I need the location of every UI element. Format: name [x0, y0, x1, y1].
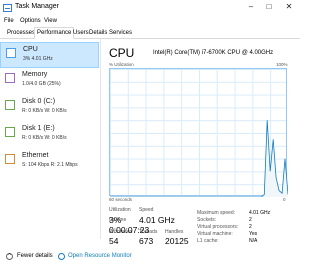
resource-ethernet[interactable]: Ethernet S: 104 Kbps R: 2.1 Mbps: [0, 149, 99, 175]
resource-list: CPU 3% 4.01 GHz Memory 1.0/4.0 GB (25%) …: [0, 39, 101, 239]
memory-thumbnail-icon: [5, 73, 15, 83]
cpu-utilization-graph: [109, 68, 288, 197]
virtual-machine-label: Virtual machine:: [197, 231, 233, 237]
graph-min-label: 0: [283, 197, 286, 202]
resource-disk1-title: Disk 1 (E:): [22, 125, 55, 132]
max-speed-value: 4.01 GHz: [249, 210, 271, 216]
resource-ethernet-subtitle: S: 104 Kbps R: 2.1 Mbps: [22, 162, 78, 168]
panel-title: CPU: [109, 46, 135, 60]
cpu-utilization-svg: [110, 120, 288, 197]
task-manager-icon: [3, 4, 12, 12]
resource-disk1[interactable]: Disk 1 (E:) R: 0 KB/s W: 0 KB/s: [0, 122, 99, 148]
resource-memory-subtitle: 1.0/4.0 GB (25%): [22, 81, 61, 87]
virtual-machine-value: Yes: [249, 231, 258, 237]
utilization-area: [110, 120, 288, 197]
menu-options[interactable]: Options: [20, 18, 41, 24]
resource-memory[interactable]: Memory 1.0/4.0 GB (25%): [0, 68, 99, 94]
menu-bar: File Options View: [0, 16, 300, 26]
graph-utilization-label: % Utilization: [109, 62, 134, 67]
tab-strip: Processes Performance Users Details Serv…: [0, 27, 300, 39]
resource-disk0[interactable]: Disk 0 (C:) R: 0 KB/s W: 0 KB/s: [0, 95, 99, 121]
resource-disk1-subtitle: R: 0 KB/s W: 0 KB/s: [22, 135, 67, 141]
title-bar: Task Manager – □ ✕: [0, 0, 300, 16]
resource-cpu-title: CPU: [23, 46, 38, 53]
resource-disk0-title: Disk 0 (C:): [22, 98, 56, 105]
window-title: Task Manager: [15, 3, 59, 10]
cpu-thumbnail-icon: [6, 48, 16, 58]
uptime-value: 0:00:07:23: [109, 225, 150, 235]
disk1-thumbnail-icon: [5, 127, 15, 137]
tab-performance[interactable]: Performance: [34, 27, 75, 39]
virtual-processors-label: Virtual processors:: [197, 224, 239, 230]
resource-ethernet-title: Ethernet: [22, 152, 49, 159]
graph-time-label: 60 seconds: [109, 197, 133, 202]
threads-value: 673: [139, 236, 154, 246]
uptime-label: Up time: [109, 217, 127, 223]
open-resource-monitor-link[interactable]: Open Resource Monitor: [68, 253, 132, 259]
disk0-thumbnail-icon: [5, 100, 15, 110]
sockets-label: Sockets:: [197, 217, 217, 223]
handles-value: 20125: [165, 236, 189, 246]
resource-cpu[interactable]: CPU 3% 4.01 GHz: [0, 42, 99, 68]
footer-bar: ^ Fewer details Open Resource Monitor: [0, 248, 300, 269]
menu-file[interactable]: File: [4, 18, 14, 24]
graph-max-label: 100%: [276, 62, 288, 67]
close-button[interactable]: ✕: [282, 1, 296, 13]
handles-label: Handles: [165, 229, 184, 235]
l1-cache-label: L1 cache:: [197, 238, 219, 244]
virtual-processors-value: 2: [249, 224, 252, 230]
resource-cpu-subtitle: 3% 4.01 GHz: [23, 56, 53, 62]
resource-disk0-subtitle: R: 0 KB/s W: 0 KB/s: [22, 108, 67, 114]
sockets-value: 2: [249, 217, 252, 223]
fewer-details-link[interactable]: Fewer details: [17, 253, 53, 259]
speed-label: Speed: [139, 207, 154, 213]
maximize-button[interactable]: □: [262, 1, 276, 13]
max-speed-label: Maximum speed:: [197, 210, 236, 216]
tab-services[interactable]: Services: [106, 27, 135, 37]
cpu-detail-panel: CPU Intel(R) Core(TM) i7-6700K CPU @ 4.0…: [101, 39, 300, 246]
cpu-model-name: Intel(R) Core(TM) i7-6700K CPU @ 4.00GHz: [153, 50, 274, 56]
resource-monitor-icon: [58, 253, 65, 260]
minimize-button[interactable]: –: [244, 1, 258, 13]
utilization-label: Utilization: [109, 207, 131, 213]
processes-value: 54: [109, 236, 119, 246]
fewer-details-chevron-icon[interactable]: ^: [6, 253, 13, 260]
l1-cache-value: N/A: [249, 238, 258, 244]
utilization-line: [110, 120, 288, 197]
tab-processes[interactable]: Processes: [4, 27, 38, 37]
menu-view[interactable]: View: [44, 18, 57, 24]
resource-memory-title: Memory: [22, 71, 48, 78]
speed-value: 4.01 GHz: [139, 215, 175, 225]
ethernet-thumbnail-icon: [5, 154, 15, 164]
